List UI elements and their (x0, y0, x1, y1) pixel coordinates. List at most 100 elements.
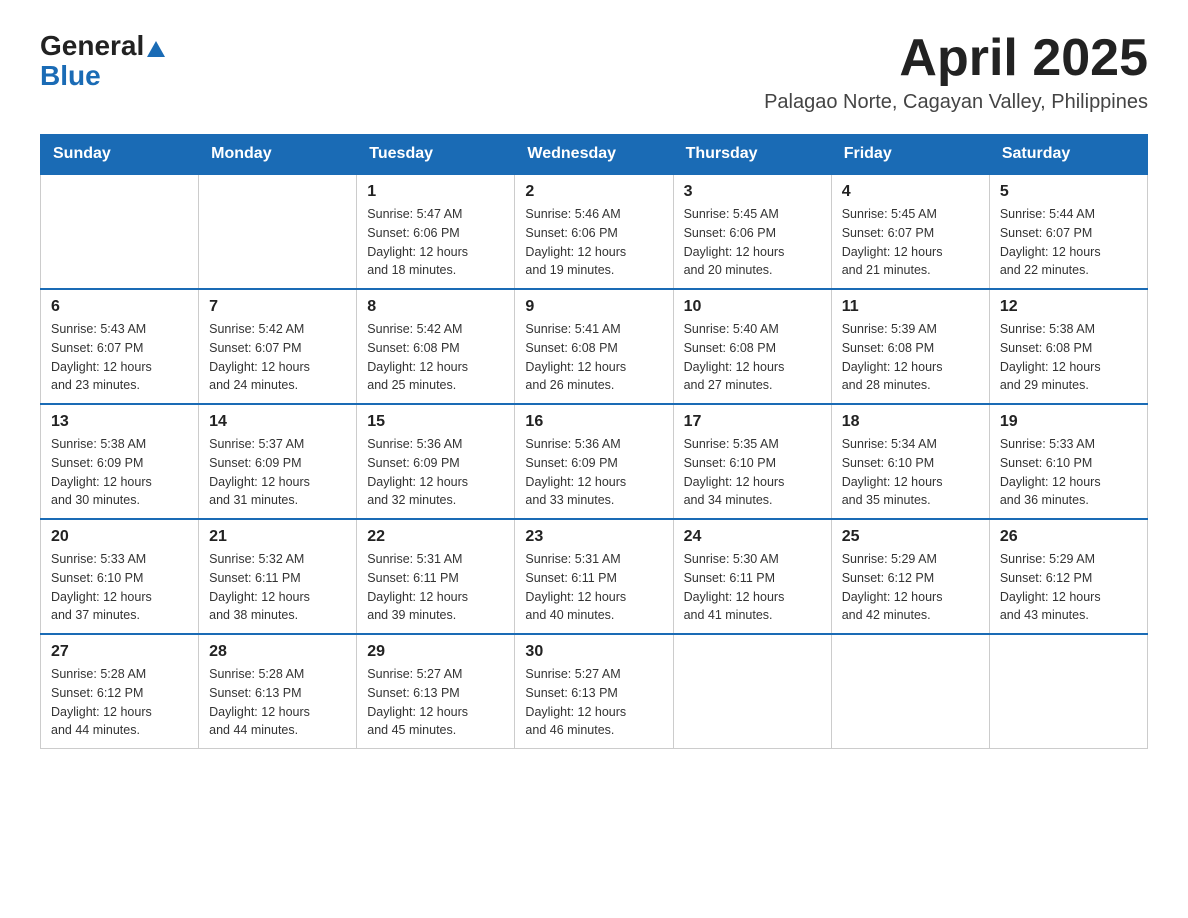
col-header-saturday: Saturday (989, 135, 1147, 175)
calendar-cell: 28Sunrise: 5:28 AM Sunset: 6:13 PM Dayli… (199, 634, 357, 749)
day-number: 28 (209, 643, 346, 661)
day-info: Sunrise: 5:35 AM Sunset: 6:10 PM Dayligh… (684, 435, 821, 510)
day-info: Sunrise: 5:42 AM Sunset: 6:08 PM Dayligh… (367, 320, 504, 395)
day-info: Sunrise: 5:36 AM Sunset: 6:09 PM Dayligh… (525, 435, 662, 510)
day-info: Sunrise: 5:36 AM Sunset: 6:09 PM Dayligh… (367, 435, 504, 510)
day-info: Sunrise: 5:31 AM Sunset: 6:11 PM Dayligh… (367, 550, 504, 625)
calendar-cell: 23 Sunrise: 5:31 AM Sunset: 6:11 PM Dayli… (515, 519, 673, 634)
calendar-cell (831, 634, 989, 749)
day-number: 1 (367, 183, 504, 201)
logo-general-text: General (40, 30, 144, 62)
day-number: 3 (684, 183, 821, 201)
day-info: Sunrise: 5:34 AM Sunset: 6:10 PM Dayligh… (842, 435, 979, 510)
logo: General Blue (40, 30, 165, 92)
calendar-cell (989, 634, 1147, 749)
calendar-cell (41, 174, 199, 289)
calendar-cell: 16 Sunrise: 5:36 AM Sunset: 6:09 PM Dayli… (515, 404, 673, 519)
day-number: 16 (525, 413, 662, 431)
day-info: Sunrise: 5:44 AM Sunset: 6:07 PM Dayligh… (1000, 205, 1137, 280)
day-number: 26 (1000, 528, 1137, 546)
day-info: Sunrise: 5:27 AM Sunset: 6:13 PM Dayligh… (525, 665, 662, 740)
day-number: 4 (842, 183, 979, 201)
day-info: Sunrise: 5:29 AM Sunset: 6:12 PM Dayligh… (1000, 550, 1137, 625)
day-number: 24 (684, 528, 821, 546)
day-number: 19 (1000, 413, 1137, 431)
day-number: 23 (525, 528, 662, 546)
day-number: 27 (51, 643, 188, 661)
calendar-week-row: 6Sunrise: 5:43 AM Sunset: 6:07 PM Daylig… (41, 289, 1148, 404)
day-number: 9 (525, 298, 662, 316)
calendar-cell: 14 Sunrise: 5:37 AM Sunset: 6:09 PM Dayli… (199, 404, 357, 519)
calendar-week-row: 13 Sunrise: 5:38 AM Sunset: 6:09 PM Dayli… (41, 404, 1148, 519)
calendar-week-row: 20 Sunrise: 5:33 AM Sunset: 6:10 PM Dayli… (41, 519, 1148, 634)
calendar-cell (199, 174, 357, 289)
day-number: 30 (525, 643, 662, 661)
logo-blue-text: Blue (40, 60, 165, 92)
logo-triangle-icon (147, 37, 165, 57)
day-number: 18 (842, 413, 979, 431)
calendar-cell: 11Sunrise: 5:39 AM Sunset: 6:08 PM Dayli… (831, 289, 989, 404)
day-number: 17 (684, 413, 821, 431)
calendar-cell: 25 Sunrise: 5:29 AM Sunset: 6:12 PM Dayli… (831, 519, 989, 634)
day-info: Sunrise: 5:27 AM Sunset: 6:13 PM Dayligh… (367, 665, 504, 740)
calendar-cell: 4Sunrise: 5:45 AM Sunset: 6:07 PM Daylig… (831, 174, 989, 289)
day-info: Sunrise: 5:39 AM Sunset: 6:08 PM Dayligh… (842, 320, 979, 395)
calendar-cell: 18 Sunrise: 5:34 AM Sunset: 6:10 PM Dayli… (831, 404, 989, 519)
calendar-cell: 29Sunrise: 5:27 AM Sunset: 6:13 PM Dayli… (357, 634, 515, 749)
day-info: Sunrise: 5:40 AM Sunset: 6:08 PM Dayligh… (684, 320, 821, 395)
month-title: April 2025 (764, 30, 1148, 87)
day-info: Sunrise: 5:29 AM Sunset: 6:12 PM Dayligh… (842, 550, 979, 625)
day-info: Sunrise: 5:28 AM Sunset: 6:12 PM Dayligh… (51, 665, 188, 740)
col-header-monday: Monday (199, 135, 357, 175)
calendar-cell: 17 Sunrise: 5:35 AM Sunset: 6:10 PM Dayli… (673, 404, 831, 519)
calendar-cell: 22 Sunrise: 5:31 AM Sunset: 6:11 PM Dayli… (357, 519, 515, 634)
col-header-friday: Friday (831, 135, 989, 175)
day-number: 7 (209, 298, 346, 316)
day-info: Sunrise: 5:37 AM Sunset: 6:09 PM Dayligh… (209, 435, 346, 510)
day-info: Sunrise: 5:38 AM Sunset: 6:08 PM Dayligh… (1000, 320, 1137, 395)
day-info: Sunrise: 5:47 AM Sunset: 6:06 PM Dayligh… (367, 205, 504, 280)
day-number: 8 (367, 298, 504, 316)
day-number: 25 (842, 528, 979, 546)
day-info: Sunrise: 5:30 AM Sunset: 6:11 PM Dayligh… (684, 550, 821, 625)
calendar-cell: 8 Sunrise: 5:42 AM Sunset: 6:08 PM Daylig… (357, 289, 515, 404)
calendar-table: SundayMondayTuesdayWednesdayThursdayFrid… (40, 134, 1148, 749)
calendar-cell: 3 Sunrise: 5:45 AM Sunset: 6:06 PM Daylig… (673, 174, 831, 289)
day-info: Sunrise: 5:41 AM Sunset: 6:08 PM Dayligh… (525, 320, 662, 395)
day-number: 15 (367, 413, 504, 431)
day-info: Sunrise: 5:42 AM Sunset: 6:07 PM Dayligh… (209, 320, 346, 395)
calendar-cell: 9 Sunrise: 5:41 AM Sunset: 6:08 PM Daylig… (515, 289, 673, 404)
day-number: 12 (1000, 298, 1137, 316)
day-info: Sunrise: 5:31 AM Sunset: 6:11 PM Dayligh… (525, 550, 662, 625)
calendar-cell: 7 Sunrise: 5:42 AM Sunset: 6:07 PM Daylig… (199, 289, 357, 404)
day-number: 13 (51, 413, 188, 431)
calendar-cell: 5 Sunrise: 5:44 AM Sunset: 6:07 PM Daylig… (989, 174, 1147, 289)
col-header-sunday: Sunday (41, 135, 199, 175)
day-info: Sunrise: 5:32 AM Sunset: 6:11 PM Dayligh… (209, 550, 346, 625)
day-number: 14 (209, 413, 346, 431)
col-header-tuesday: Tuesday (357, 135, 515, 175)
page-header: General Blue April 2025 Palagao Norte, C… (40, 30, 1148, 114)
day-number: 2 (525, 183, 662, 201)
day-info: Sunrise: 5:33 AM Sunset: 6:10 PM Dayligh… (1000, 435, 1137, 510)
calendar-cell: 19 Sunrise: 5:33 AM Sunset: 6:10 PM Dayli… (989, 404, 1147, 519)
calendar-cell: 6Sunrise: 5:43 AM Sunset: 6:07 PM Daylig… (41, 289, 199, 404)
calendar-cell: 15 Sunrise: 5:36 AM Sunset: 6:09 PM Dayli… (357, 404, 515, 519)
day-number: 5 (1000, 183, 1137, 201)
calendar-cell: 10 Sunrise: 5:40 AM Sunset: 6:08 PM Dayli… (673, 289, 831, 404)
calendar-cell: 1 Sunrise: 5:47 AM Sunset: 6:06 PM Daylig… (357, 174, 515, 289)
calendar-cell: 13 Sunrise: 5:38 AM Sunset: 6:09 PM Dayli… (41, 404, 199, 519)
day-number: 22 (367, 528, 504, 546)
day-number: 6 (51, 298, 188, 316)
day-number: 10 (684, 298, 821, 316)
calendar-cell (673, 634, 831, 749)
calendar-cell: 30 Sunrise: 5:27 AM Sunset: 6:13 PM Dayli… (515, 634, 673, 749)
day-number: 20 (51, 528, 188, 546)
day-info: Sunrise: 5:45 AM Sunset: 6:06 PM Dayligh… (684, 205, 821, 280)
day-info: Sunrise: 5:38 AM Sunset: 6:09 PM Dayligh… (51, 435, 188, 510)
calendar-week-row: 27 Sunrise: 5:28 AM Sunset: 6:12 PM Dayli… (41, 634, 1148, 749)
title-section: April 2025 Palagao Norte, Cagayan Valley… (764, 30, 1148, 114)
calendar-cell: 20 Sunrise: 5:33 AM Sunset: 6:10 PM Dayli… (41, 519, 199, 634)
day-info: Sunrise: 5:33 AM Sunset: 6:10 PM Dayligh… (51, 550, 188, 625)
calendar-cell: 21Sunrise: 5:32 AM Sunset: 6:11 PM Dayli… (199, 519, 357, 634)
